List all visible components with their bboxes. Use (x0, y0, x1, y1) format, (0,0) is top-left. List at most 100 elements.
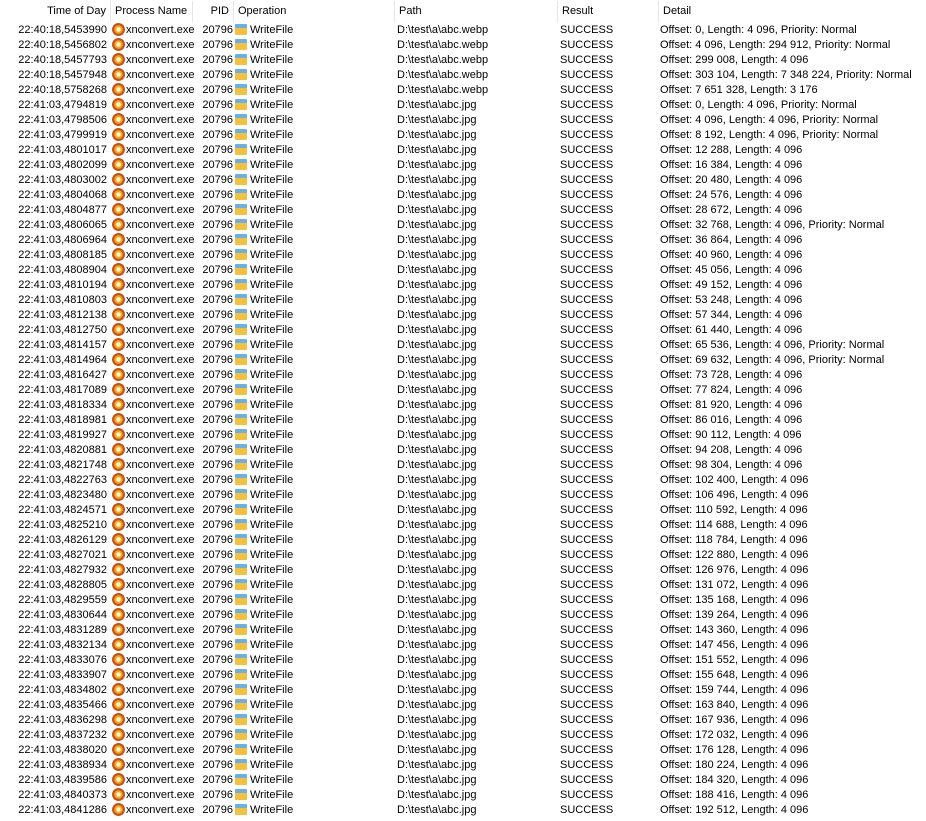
table-row[interactable]: 22:41:03,4810194 xnconvert.exe 20796 WriteF… (0, 278, 926, 293)
cell-process: xnconvert.exe (112, 203, 198, 218)
detail-value: Offset: 4 096, Length: 4 096, Priority: … (660, 114, 879, 126)
table-row[interactable]: 22:41:03,4823480 xnconvert.exe 20796 WriteF… (0, 488, 926, 503)
table-row[interactable]: 22:41:03,4827021 xnconvert.exe 20796 WriteF… (0, 548, 926, 563)
table-row[interactable]: 22:40:18,5758268 xnconvert.exe 20796 WriteF… (0, 83, 926, 98)
cell-pid: 20796 (195, 638, 233, 653)
table-row[interactable]: 22:40:18,5453990 xnconvert.exe 20796 WriteF… (0, 23, 926, 38)
cell-detail: Offset: 192 512, Length: 4 096 (660, 803, 926, 818)
table-row[interactable]: 22:40:18,5457948 xnconvert.exe 20796 WriteF… (0, 68, 926, 83)
table-row[interactable]: 22:41:03,4804877 xnconvert.exe 20796 WriteF… (0, 203, 926, 218)
column-header-time[interactable]: Time of Day (0, 1, 111, 22)
table-row[interactable]: 22:41:03,4827932 xnconvert.exe 20796 WriteF… (0, 563, 926, 578)
table-row[interactable]: 22:41:03,4826129 xnconvert.exe 20796 WriteF… (0, 533, 926, 548)
table-row[interactable]: 22:41:03,4839586 xnconvert.exe 20796 WriteF… (0, 773, 926, 788)
result-value: SUCCESS (560, 354, 614, 366)
table-row[interactable]: 22:41:03,4841286 xnconvert.exe 20796 WriteF… (0, 803, 926, 818)
table-row[interactable]: 22:41:03,4838934 xnconvert.exe 20796 WriteF… (0, 758, 926, 773)
table-row[interactable]: 22:41:03,4824571 xnconvert.exe 20796 WriteF… (0, 503, 926, 518)
table-row[interactable]: 22:40:18,5456802 xnconvert.exe 20796 WriteF… (0, 38, 926, 53)
event-list[interactable]: Time of Day Process Name PID Operation P… (0, 0, 926, 821)
table-row[interactable]: 22:41:03,4816427 xnconvert.exe 20796 WriteF… (0, 368, 926, 383)
column-header-process[interactable]: Process Name (111, 1, 193, 22)
table-row[interactable]: 22:41:03,4812750 xnconvert.exe 20796 WriteF… (0, 323, 926, 338)
table-row[interactable]: 22:41:03,4798506 xnconvert.exe 20796 WriteF… (0, 113, 926, 128)
cell-time: 22:41:03,4838020 (0, 743, 107, 758)
path-value: D:\test\a\abc.jpg (397, 159, 477, 171)
column-header-path[interactable]: Path (395, 1, 558, 22)
cell-path: D:\test\a\abc.jpg (397, 413, 557, 428)
time-value: 22:41:03,4801017 (18, 144, 107, 156)
table-row[interactable]: 22:41:03,4814964 xnconvert.exe 20796 WriteF… (0, 353, 926, 368)
result-value: SUCCESS (560, 294, 614, 306)
column-header-detail[interactable]: Detail (659, 1, 926, 22)
pid-value: 20796 (202, 144, 233, 156)
table-row[interactable]: 22:41:03,4799919 xnconvert.exe 20796 WriteF… (0, 128, 926, 143)
table-row[interactable]: 22:41:03,4806964 xnconvert.exe 20796 WriteF… (0, 233, 926, 248)
cell-result: SUCCESS (560, 38, 655, 53)
pid-value: 20796 (202, 84, 233, 96)
table-row[interactable]: 22:41:03,4803002 xnconvert.exe 20796 WriteF… (0, 173, 926, 188)
file-system-write-icon (235, 684, 247, 695)
table-row[interactable]: 22:41:03,4837232 xnconvert.exe 20796 WriteF… (0, 728, 926, 743)
cell-pid: 20796 (195, 773, 233, 788)
cell-result: SUCCESS (560, 728, 655, 743)
table-row[interactable]: 22:41:03,4794819 xnconvert.exe 20796 WriteF… (0, 98, 926, 113)
table-row[interactable]: 22:41:03,4814157 xnconvert.exe 20796 WriteF… (0, 338, 926, 353)
table-row[interactable]: 22:41:03,4836298 xnconvert.exe 20796 WriteF… (0, 713, 926, 728)
table-row[interactable]: 22:41:03,4819927 xnconvert.exe 20796 WriteF… (0, 428, 926, 443)
table-row[interactable]: 22:41:03,4801017 xnconvert.exe 20796 WriteF… (0, 143, 926, 158)
table-row[interactable]: 22:41:03,4833076 xnconvert.exe 20796 WriteF… (0, 653, 926, 668)
cell-detail: Offset: 159 744, Length: 4 096 (660, 683, 926, 698)
table-row[interactable]: 22:41:03,4825210 xnconvert.exe 20796 WriteF… (0, 518, 926, 533)
table-row[interactable]: 22:41:03,4817089 xnconvert.exe 20796 WriteF… (0, 383, 926, 398)
table-row[interactable]: 22:41:03,4829559 xnconvert.exe 20796 WriteF… (0, 593, 926, 608)
table-row[interactable]: 22:41:03,4818334 xnconvert.exe 20796 WriteF… (0, 398, 926, 413)
column-header-result[interactable]: Result (558, 1, 659, 22)
cell-time: 22:41:03,4827932 (0, 563, 107, 578)
column-header-operation[interactable]: Operation (234, 1, 395, 22)
detail-value: Offset: 106 496, Length: 4 096 (660, 489, 809, 501)
table-row[interactable]: 22:41:03,4828805 xnconvert.exe 20796 WriteF… (0, 578, 926, 593)
table-row[interactable]: 22:41:03,4832134 xnconvert.exe 20796 WriteF… (0, 638, 926, 653)
table-row[interactable]: 22:41:03,4833907 xnconvert.exe 20796 WriteF… (0, 668, 926, 683)
table-row[interactable]: 22:41:03,4838020 xnconvert.exe 20796 WriteF… (0, 743, 926, 758)
table-row[interactable]: 22:41:03,4818981 xnconvert.exe 20796 WriteF… (0, 413, 926, 428)
cell-pid: 20796 (195, 83, 233, 98)
cell-time: 22:40:18,5457793 (0, 53, 107, 68)
column-header-pid[interactable]: PID (193, 1, 234, 22)
operation-name: WriteFile (250, 624, 294, 636)
table-row[interactable]: 22:41:03,4840373 xnconvert.exe 20796 WriteF… (0, 788, 926, 803)
table-row[interactable]: 22:41:03,4821748 xnconvert.exe 20796 WriteF… (0, 458, 926, 473)
table-row[interactable]: 22:41:03,4820881 xnconvert.exe 20796 WriteF… (0, 443, 926, 458)
cell-detail: Offset: 172 032, Length: 4 096 (660, 728, 926, 743)
table-row[interactable]: 22:41:03,4822763 xnconvert.exe 20796 WriteF… (0, 473, 926, 488)
cell-time: 22:41:03,4798506 (0, 113, 107, 128)
table-row[interactable]: 22:40:18,5457793 xnconvert.exe 20796 WriteF… (0, 53, 926, 68)
cell-process: xnconvert.exe (112, 248, 198, 263)
table-row[interactable]: 22:41:03,4810803 xnconvert.exe 20796 WriteF… (0, 293, 926, 308)
result-value: SUCCESS (560, 84, 614, 96)
process-name: xnconvert.exe (126, 729, 195, 741)
operation-name: WriteFile (250, 654, 294, 666)
table-row[interactable]: 22:41:03,4808904 xnconvert.exe 20796 WriteF… (0, 263, 926, 278)
file-system-write-icon (235, 654, 247, 665)
table-row[interactable]: 22:41:03,4806065 xnconvert.exe 20796 WriteF… (0, 218, 926, 233)
table-row[interactable]: 22:41:03,4808185 xnconvert.exe 20796 WriteF… (0, 248, 926, 263)
cell-result: SUCCESS (560, 353, 655, 368)
result-value: SUCCESS (560, 489, 614, 501)
table-row[interactable]: 22:41:03,4835466 xnconvert.exe 20796 WriteF… (0, 698, 926, 713)
result-value: SUCCESS (560, 729, 614, 741)
table-row[interactable]: 22:41:03,4804068 xnconvert.exe 20796 WriteF… (0, 188, 926, 203)
cell-operation: WriteFile (235, 278, 355, 293)
path-value: D:\test\a\abc.jpg (397, 204, 477, 216)
result-value: SUCCESS (560, 744, 614, 756)
result-value: SUCCESS (560, 579, 614, 591)
table-row[interactable]: 22:41:03,4802099 xnconvert.exe 20796 WriteF… (0, 158, 926, 173)
process-name: xnconvert.exe (126, 324, 195, 336)
table-row[interactable]: 22:41:03,4812138 xnconvert.exe 20796 WriteF… (0, 308, 926, 323)
table-row[interactable]: 22:41:03,4834802 xnconvert.exe 20796 WriteF… (0, 683, 926, 698)
time-value: 22:41:03,4827932 (18, 564, 107, 576)
table-row[interactable]: 22:41:03,4830644 xnconvert.exe 20796 WriteF… (0, 608, 926, 623)
cell-path: D:\test\a\abc.jpg (397, 98, 557, 113)
table-row[interactable]: 22:41:03,4831289 xnconvert.exe 20796 WriteF… (0, 623, 926, 638)
